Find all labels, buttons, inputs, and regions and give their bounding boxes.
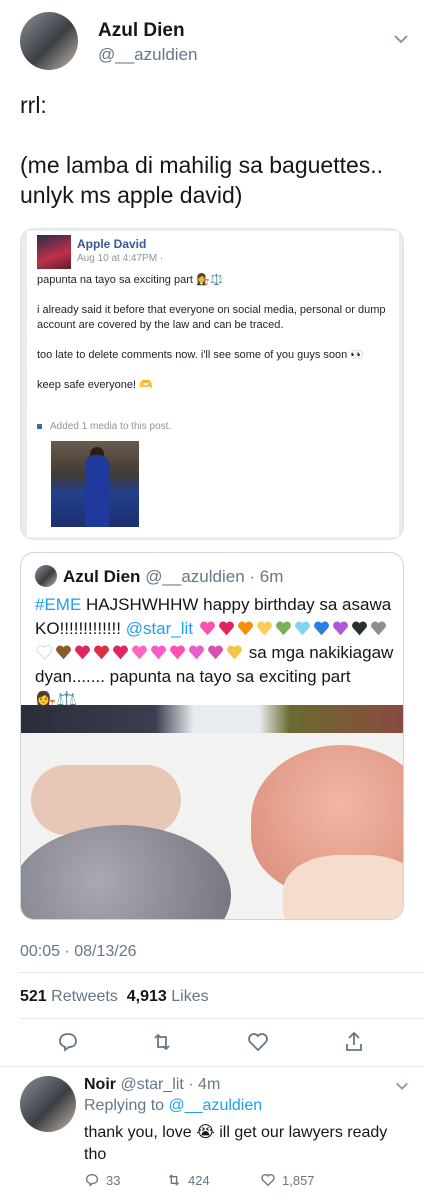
timestamp: 4m	[198, 1076, 221, 1093]
retweets-stat[interactable]: 521 Retweets	[20, 988, 118, 1005]
like-icon	[261, 1174, 275, 1187]
replying-to: Replying to @__azuldien	[84, 1097, 263, 1114]
chevron-down-icon[interactable]	[394, 1078, 410, 1094]
reply-header: Noir @star_lit · 4m	[84, 1076, 221, 1093]
divider	[20, 972, 424, 973]
reply-action-bar: 33 424 1,857	[84, 1172, 384, 1190]
avatar[interactable]	[20, 12, 78, 70]
hashtag-link[interactable]: #EME	[35, 595, 81, 614]
timestamp: 6m	[259, 567, 284, 586]
avatar[interactable]	[20, 1076, 76, 1132]
avatar	[35, 565, 57, 587]
divider	[0, 1066, 424, 1067]
retweet-icon	[168, 1174, 180, 1186]
tweet-header: Azul Dien @__azuldien	[20, 12, 410, 72]
handle: @__azuldien	[145, 567, 245, 586]
like-count: 1,857	[282, 1172, 315, 1188]
tweet-line: rrl:	[20, 92, 47, 118]
tweet-line: (me lamba di mahilig sa baguettes.. unly…	[20, 152, 390, 208]
fb-paragraph: keep safe everyone!	[37, 379, 137, 391]
eyes-icon: 👀	[350, 349, 365, 361]
retweet-icon[interactable]	[150, 1030, 174, 1054]
fb-paragraph: too late to delete comments now. i'll se…	[37, 349, 348, 361]
scales-icon: 👩‍⚖️⚖️	[196, 274, 224, 286]
heart-hands-icon: 🫶	[139, 379, 153, 391]
quote-text: #EME HAJSHWHHW happy birthday sa asawa K…	[35, 595, 394, 710]
like-button[interactable]: 1,857	[260, 1172, 315, 1188]
globe-icon: ·	[159, 253, 164, 264]
fb-paragraph: papunta na tayo sa exciting part	[37, 274, 193, 286]
fb-body: papunta na tayo sa exciting part 👩‍⚖️⚖️ …	[37, 273, 389, 408]
mention-link[interactable]: @star_lit	[126, 619, 193, 638]
reply-tweet[interactable]: Noir @star_lit · 4m Replying to @__azuld…	[20, 1076, 410, 1200]
attached-image[interactable]: Apple David Aug 10 at 4:47PM · papunta n…	[20, 228, 404, 540]
engagement-stats: 521 Retweets 4,913 Likes	[20, 988, 209, 1006]
reply-icon	[85, 1173, 99, 1187]
fb-paragraph: i already said it before that everyone o…	[37, 304, 386, 331]
handle[interactable]: @__azuldien	[98, 45, 198, 65]
fb-date: Aug 10 at 4:47PM ·	[77, 253, 164, 264]
tweet-timestamp: 00:05 · 08/13/26	[20, 943, 137, 960]
mention-link[interactable]: @__azuldien	[169, 1097, 263, 1114]
retweet-button[interactable]: 424	[166, 1172, 210, 1188]
display-name: Azul Dien	[63, 567, 141, 586]
reply-icon[interactable]	[56, 1030, 80, 1054]
quote-image[interactable]	[21, 705, 403, 919]
retweet-count: 424	[188, 1172, 210, 1188]
like-icon[interactable]	[246, 1030, 270, 1054]
display-name: Noir	[84, 1076, 116, 1093]
crying-icon: 😭	[196, 1124, 215, 1141]
chevron-down-icon[interactable]	[392, 30, 410, 48]
reply-button[interactable]: 33	[84, 1172, 120, 1188]
quote-header: Azul Dien @__azuldien · 6m	[63, 567, 284, 586]
fb-author: Apple David	[77, 237, 147, 251]
fb-avatar	[37, 235, 71, 269]
tweet-text: rrl: (me lamba di mahilig sa baguettes..…	[20, 90, 404, 210]
likes-stat[interactable]: 4,913 Likes	[127, 988, 209, 1005]
quoted-tweet[interactable]: Azul Dien @__azuldien · 6m #EME HAJSHWHH…	[20, 552, 404, 920]
reply-text: thank you, love 😭 ill get our lawyers re…	[84, 1124, 388, 1163]
fb-media-note: Added 1 media to this post.	[37, 421, 171, 432]
divider	[20, 1018, 424, 1019]
share-icon[interactable]	[342, 1030, 366, 1054]
display-name[interactable]: Azul Dien	[98, 20, 185, 42]
reply-count: 33	[106, 1172, 121, 1188]
handle: @star_lit	[120, 1076, 184, 1093]
action-bar	[20, 1030, 404, 1056]
fb-post: Apple David Aug 10 at 4:47PM · papunta n…	[27, 231, 399, 537]
fb-photo	[51, 441, 139, 527]
